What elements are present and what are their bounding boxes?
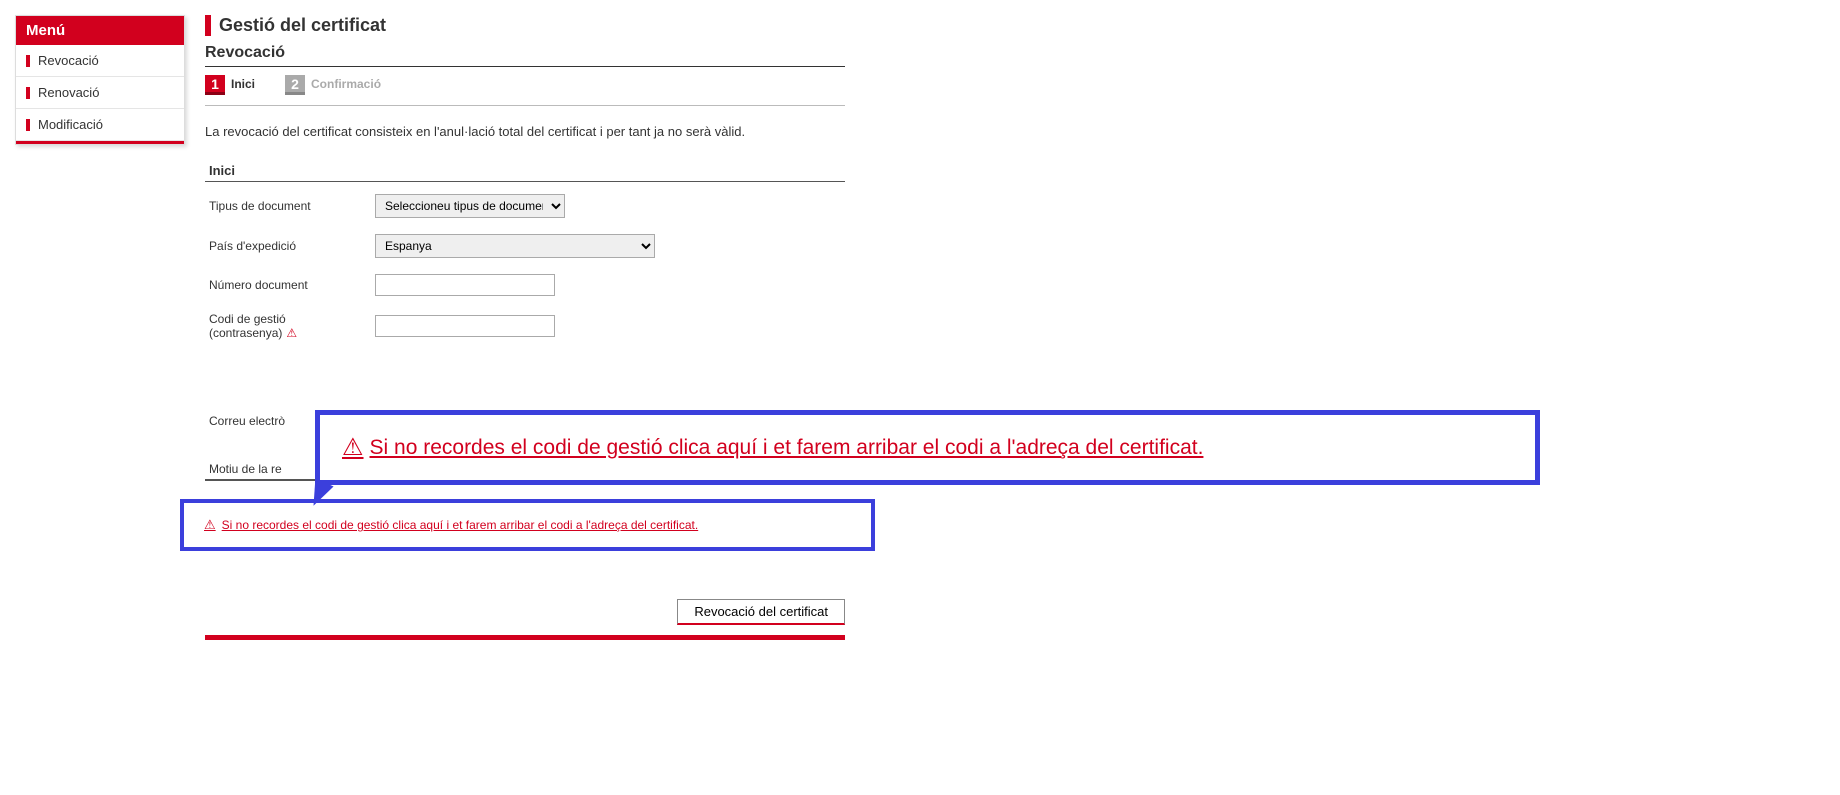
row-doc-number: Número document: [205, 274, 845, 296]
label-code: Codi de gestió (contrasenya)⚠: [205, 312, 375, 340]
intro-text: La revocació del certificat consisteix e…: [205, 124, 845, 139]
warning-icon: ⚠: [342, 433, 364, 462]
bullet-icon: [26, 87, 30, 99]
divider: [205, 66, 845, 67]
select-doc-type[interactable]: Seleccioneu tipus de document: [375, 194, 565, 218]
submit-revocacio-button[interactable]: Revocació del certificat: [677, 599, 845, 625]
step-number-icon: 1: [205, 75, 225, 95]
label-country: País d'expedició: [205, 239, 375, 253]
bullet-icon: [26, 55, 30, 67]
submit-row: Revocació del certificat: [205, 599, 845, 625]
main-content: Gestió del certificat Revocació 1 Inici …: [205, 15, 845, 640]
help-recover-code-link-zoom[interactable]: ⚠ Si no recordes el codi de gestió clica…: [342, 433, 1203, 462]
select-country[interactable]: Espanya: [375, 234, 655, 258]
label-code-line2: (contrasenya)⚠: [209, 326, 375, 340]
row-country: País d'expedició Espanya: [205, 234, 845, 258]
label-doc-number: Número document: [205, 278, 375, 292]
step-label: Confirmació: [311, 75, 381, 91]
wizard-steps: 1 Inici 2 Confirmació: [205, 75, 845, 106]
help-link-text: Si no recordes el codi de gestió clica a…: [222, 518, 699, 532]
sidebar-title: Menú: [16, 16, 184, 45]
help-recover-code-link[interactable]: ⚠ Si no recordes el codi de gestió clica…: [204, 517, 698, 533]
sidebar-item-label: Revocació: [38, 53, 99, 68]
warning-icon: ⚠: [286, 326, 297, 340]
label-code-line1: Codi de gestió: [209, 312, 375, 326]
row-code: Codi de gestió (contrasenya)⚠: [205, 312, 845, 340]
sidebar-item-modificacio[interactable]: Modificació: [16, 109, 184, 141]
form-section-header: Inici: [205, 163, 845, 182]
step-2: 2 Confirmació: [285, 75, 381, 95]
step-label: Inici: [231, 75, 255, 91]
input-doc-number[interactable]: [375, 274, 555, 296]
sidebar: Menú Revocació Renovació Modificació: [15, 15, 185, 145]
sidebar-item-revocacio[interactable]: Revocació: [16, 45, 184, 77]
bullet-icon: [26, 119, 30, 131]
step-number-icon: 2: [285, 75, 305, 95]
sidebar-bottom-rule: [16, 141, 184, 144]
warning-icon: ⚠: [204, 517, 216, 533]
help-box-small: ⚠ Si no recordes el codi de gestió clica…: [180, 499, 875, 551]
page-subtitle: Revocació: [205, 44, 845, 62]
label-doc-type: Tipus de document: [205, 199, 375, 213]
callout-help-zoom: ⚠ Si no recordes el codi de gestió clica…: [315, 410, 1540, 485]
sidebar-item-label: Modificació: [38, 117, 103, 132]
sidebar-item-label: Renovació: [38, 85, 99, 100]
input-code[interactable]: [375, 315, 555, 337]
row-doc-type: Tipus de document Seleccioneu tipus de d…: [205, 194, 845, 218]
sidebar-item-renovacio[interactable]: Renovació: [16, 77, 184, 109]
step-1: 1 Inici: [205, 75, 255, 95]
help-link-text: Si no recordes el codi de gestió clica a…: [370, 436, 1204, 460]
page-title: Gestió del certificat: [205, 15, 845, 36]
bottom-rule: [205, 635, 845, 640]
